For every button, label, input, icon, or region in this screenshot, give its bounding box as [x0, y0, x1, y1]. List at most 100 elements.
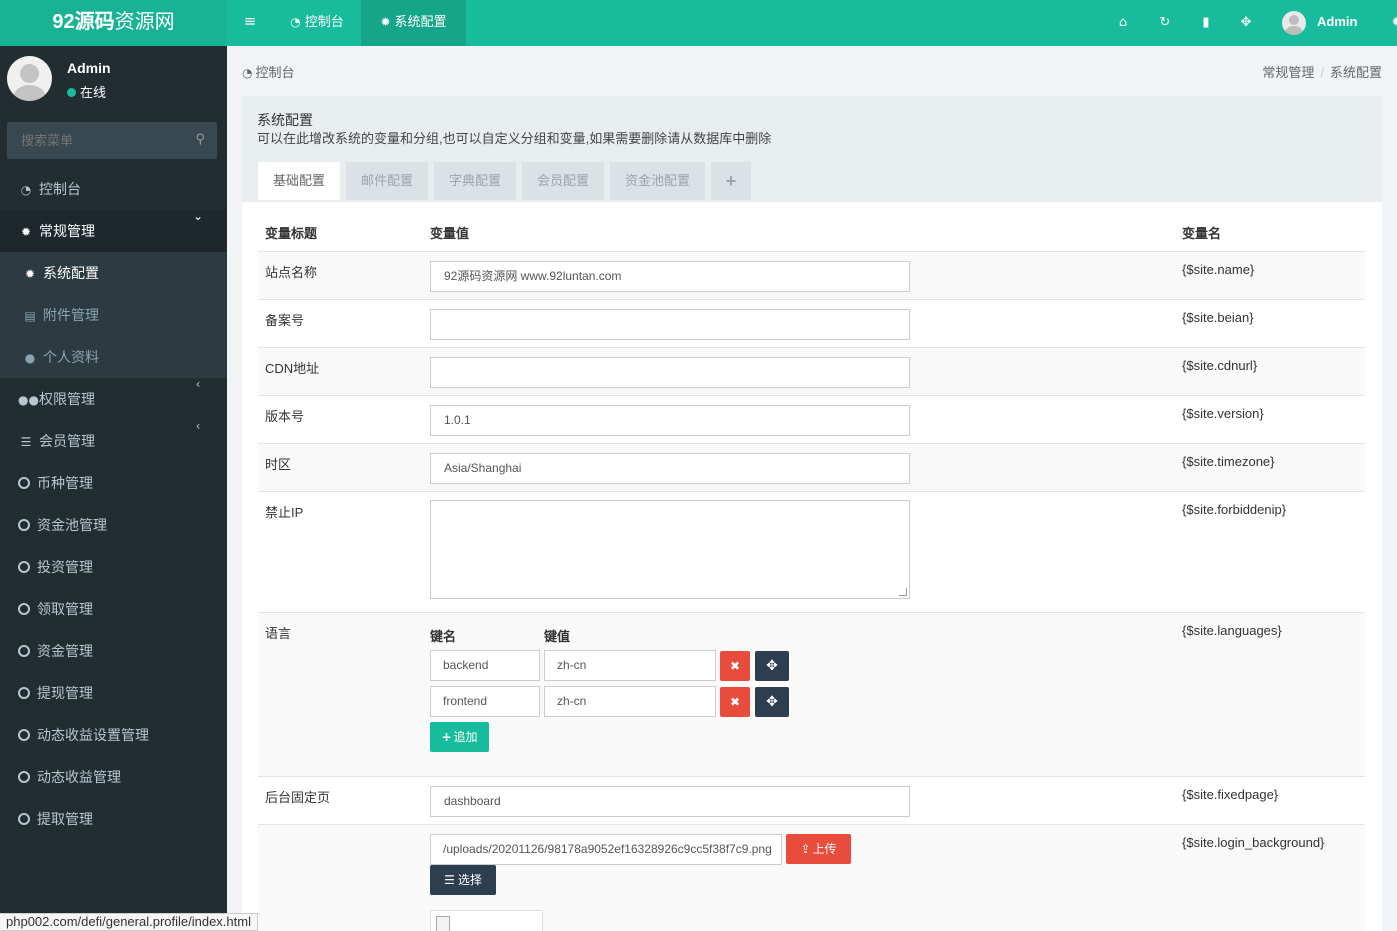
- sidebar-item-fund-pool[interactable]: 资金池管理: [0, 504, 227, 546]
- language-key-input[interactable]: backend: [430, 650, 540, 681]
- login-background-input[interactable]: /uploads/20201126/98178a9052ef16328926c9…: [430, 834, 782, 865]
- page-title: ◔ 控制台: [242, 65, 295, 80]
- circle-icon: [18, 645, 30, 657]
- group-icon: ●●: [18, 393, 39, 407]
- table-row: 禁止IP {$site.forbiddenip}: [258, 491, 1365, 612]
- circle-icon: [18, 603, 30, 615]
- list-icon: ☰: [444, 873, 455, 887]
- tab-basic-config[interactable]: 基础配置: [258, 162, 340, 200]
- table-row: 备案号 {$site.beian}: [258, 299, 1365, 347]
- panel-title: 系统配置: [257, 112, 313, 128]
- cogs-icon: ✹: [1392, 16, 1397, 29]
- home-icon: ⌂: [1118, 15, 1128, 30]
- refresh-button[interactable]: ↻: [1145, 0, 1185, 46]
- row-var-name: {$site.beian}: [1182, 310, 1254, 325]
- sidebar-item-profile[interactable]: ● 个人资料: [0, 336, 227, 378]
- append-button[interactable]: + 追加: [430, 722, 489, 752]
- row-label: 时区: [265, 457, 292, 472]
- sidebar-search: ⚲: [7, 122, 217, 159]
- list-icon: ☰: [20, 435, 32, 449]
- version-input[interactable]: 1.0.1: [430, 405, 910, 436]
- sidebar-item-dynamic-income[interactable]: 动态收益管理: [0, 756, 227, 798]
- breadcrumb-item[interactable]: 常规管理: [1262, 65, 1314, 80]
- sidebar: Admin 在线 ⚲ ◔控制台 ✹常规管理⌄ ✹系统配置 ▤附件管理 ●个人资料…: [0, 46, 227, 931]
- user-avatar[interactable]: [1282, 11, 1306, 35]
- circle-icon: [18, 771, 30, 783]
- table-row: CDN地址 {$site.cdnurl}: [258, 347, 1365, 395]
- sidebar-item-system-config[interactable]: ✹ 系统配置: [0, 252, 227, 294]
- language-value-input[interactable]: zh-cn: [544, 650, 716, 681]
- sidebar-item-general[interactable]: ✹ 常规管理 ⌄: [0, 210, 227, 252]
- drag-row-button[interactable]: ✥: [755, 651, 789, 681]
- gear-icon: ✹: [24, 267, 36, 281]
- brand-logo[interactable]: 92源码资源网: [0, 0, 227, 46]
- sidebar-toggle-button[interactable]: ≡: [227, 0, 273, 46]
- row-var-name: {$site.forbiddenip}: [1182, 502, 1287, 517]
- column-header-var: 变量名: [1182, 226, 1222, 241]
- dashboard-icon: ◔: [20, 183, 32, 197]
- sidebar-item-dynamic-income-settings[interactable]: 动态收益设置管理: [0, 714, 227, 756]
- choose-button[interactable]: ☰ 选择: [430, 865, 496, 895]
- move-icon: ✥: [766, 694, 778, 710]
- tab-member-config[interactable]: 会员配置: [522, 162, 604, 200]
- menu-search-input[interactable]: [7, 122, 177, 159]
- language-key-input[interactable]: frontend: [430, 686, 540, 717]
- dashboard-icon: ◔: [242, 66, 253, 80]
- table-row: 后台固定页 dashboard {$site.fixedpage}: [258, 776, 1365, 824]
- circle-icon: [18, 477, 30, 489]
- settings-button[interactable]: ✹: [1377, 0, 1397, 46]
- row-var-name: {$site.name}: [1182, 262, 1255, 277]
- site-name-input[interactable]: 92源码资源网 www.92luntan.com: [430, 261, 910, 292]
- cdn-url-input[interactable]: [430, 357, 910, 388]
- sidebar-username: Admin: [67, 60, 111, 76]
- circle-icon: [18, 687, 30, 699]
- breadcrumb-separator: /: [1320, 65, 1324, 80]
- user-menu[interactable]: Admin: [1317, 0, 1357, 44]
- remove-row-button[interactable]: ✖: [720, 687, 750, 717]
- sidebar-item-investment[interactable]: 投资管理: [0, 546, 227, 588]
- tab-system-config[interactable]: ✹ 系统配置: [361, 0, 466, 46]
- table-row: 版本号 1.0.1 {$site.version}: [258, 395, 1365, 443]
- drag-row-button[interactable]: ✥: [755, 687, 789, 717]
- sidebar-item-dashboard[interactable]: ◔ 控制台: [0, 168, 227, 210]
- table-row: 站点名称 92源码资源网 www.92luntan.com {$site.nam…: [258, 251, 1365, 299]
- language-value-input[interactable]: zh-cn: [544, 686, 716, 717]
- tab-fund-pool-config[interactable]: 资金池配置: [610, 162, 705, 200]
- tab-dashboard[interactable]: ◔ 控制台: [273, 0, 361, 46]
- cogs-icon: ✹: [20, 225, 32, 239]
- sidebar-item-claim[interactable]: 领取管理: [0, 588, 227, 630]
- sidebar-item-withdraw[interactable]: 提现管理: [0, 672, 227, 714]
- timezone-input[interactable]: Asia/Shanghai: [430, 453, 910, 484]
- row-label: 版本号: [265, 409, 305, 424]
- row-label: 语言: [265, 626, 292, 641]
- chevron-left-icon: ‹: [195, 419, 201, 433]
- sidebar-item-attachments[interactable]: ▤ 附件管理: [0, 294, 227, 336]
- sidebar-item-members[interactable]: ☰ 会员管理 ‹: [0, 420, 227, 462]
- sidebar-item-currency[interactable]: 币种管理: [0, 462, 227, 504]
- sidebar-item-permissions[interactable]: ●●权限管理 ‹: [0, 378, 227, 420]
- beian-input[interactable]: [430, 309, 910, 340]
- sidebar-item-funds[interactable]: 资金管理: [0, 630, 227, 672]
- clear-cache-button[interactable]: ▮: [1186, 0, 1226, 46]
- forbidden-ip-textarea[interactable]: [430, 500, 910, 599]
- sidebar-item-extract[interactable]: 提取管理: [0, 798, 227, 840]
- close-icon: ✖: [729, 695, 741, 709]
- online-dot-icon: [67, 88, 76, 97]
- table-row: 时区 Asia/Shanghai {$site.timezone}: [258, 443, 1365, 491]
- sidebar-avatar: [7, 56, 52, 101]
- image-preview[interactable]: [430, 910, 543, 931]
- search-icon[interactable]: ⚲: [195, 133, 205, 146]
- gear-icon: ✹: [380, 15, 391, 29]
- online-status: 在线: [67, 82, 106, 101]
- row-label: CDN地址: [265, 361, 320, 376]
- home-button[interactable]: ⌂: [1103, 0, 1143, 46]
- upload-button[interactable]: ⇪ 上传: [786, 834, 851, 864]
- tab-email-config[interactable]: 邮件配置: [346, 162, 428, 200]
- remove-row-button[interactable]: ✖: [720, 651, 750, 681]
- fixed-page-input[interactable]: dashboard: [430, 786, 910, 817]
- tab-dictionary-config[interactable]: 字典配置: [434, 162, 516, 200]
- add-tab-button[interactable]: +: [711, 162, 751, 200]
- fullscreen-button[interactable]: ✥: [1226, 0, 1266, 46]
- row-var-name: {$site.fixedpage}: [1182, 787, 1279, 802]
- breadcrumb-item-current: 系统配置: [1329, 65, 1382, 80]
